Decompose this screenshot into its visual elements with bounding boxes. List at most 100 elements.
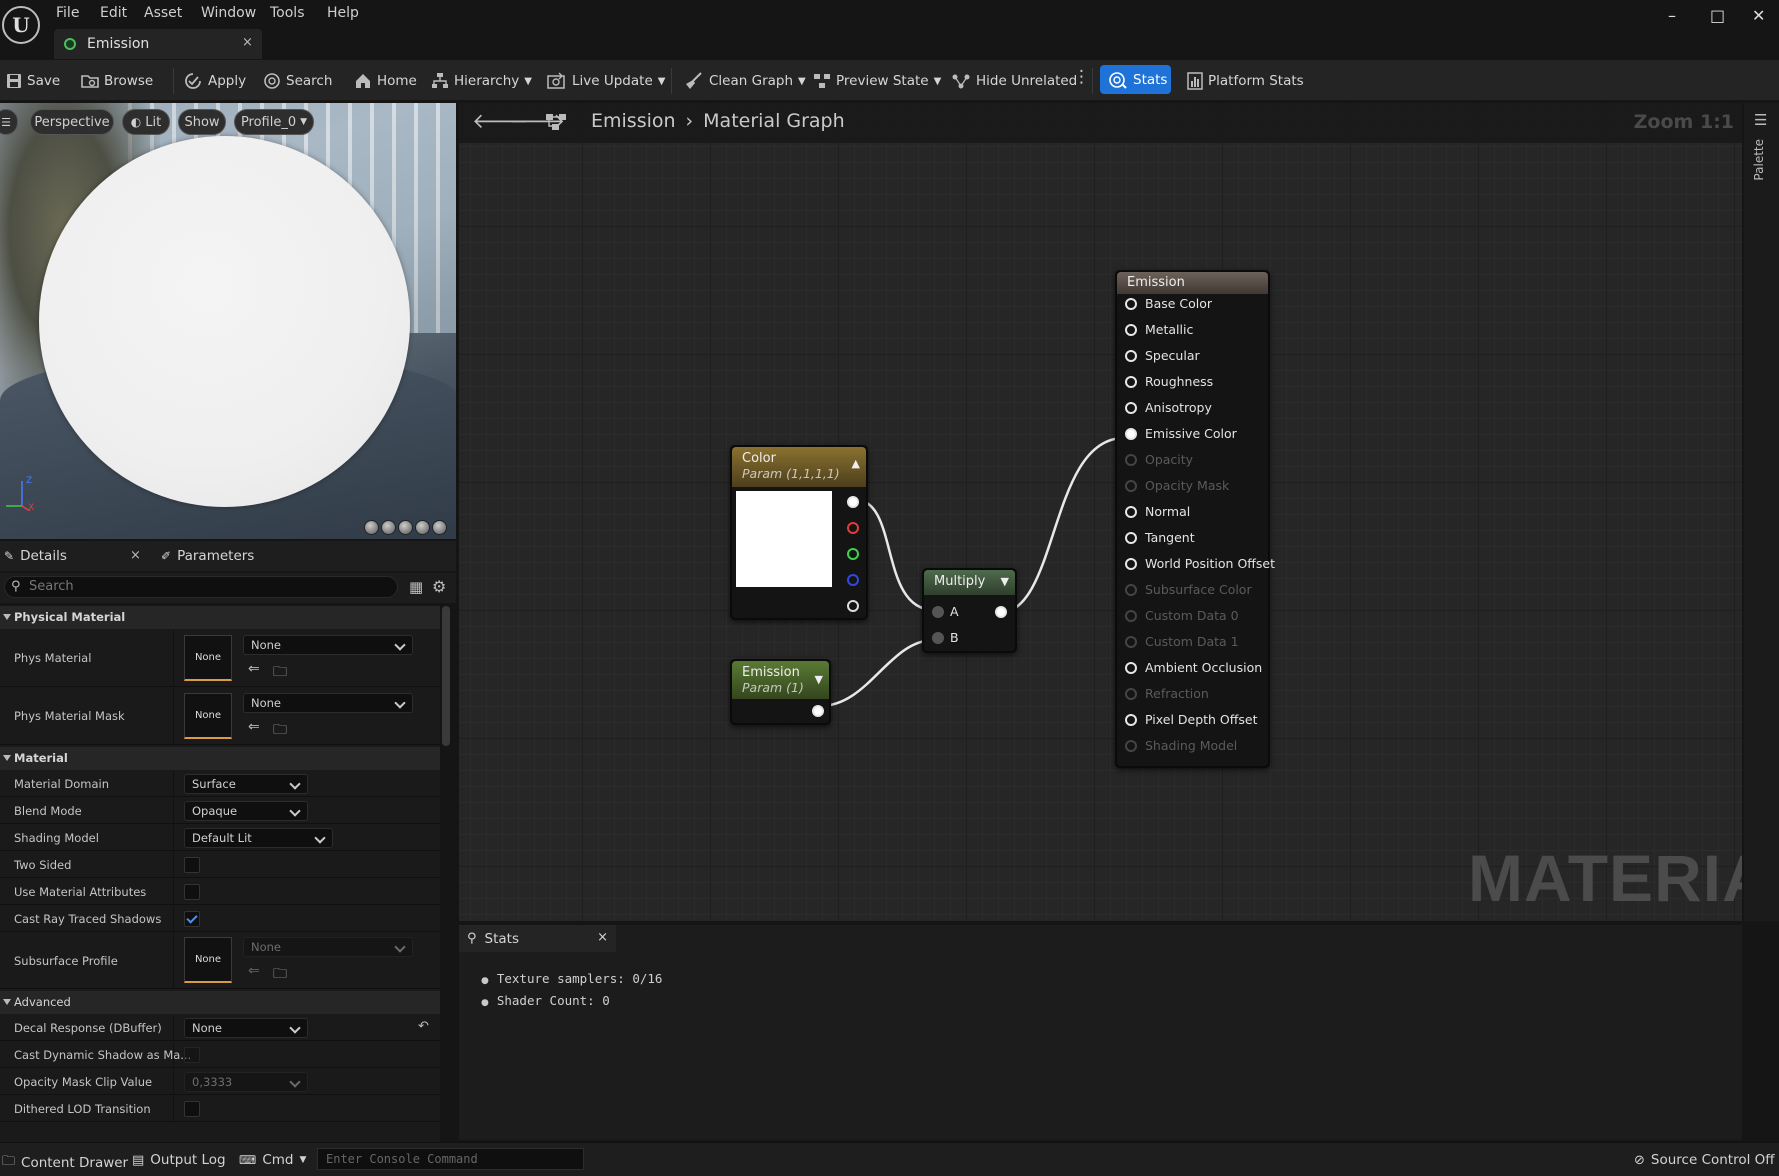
material-output-node[interactable]: Emission Base Color Metallic Specular Rough… bbox=[1115, 270, 1275, 768]
menu-edit[interactable]: Edit bbox=[100, 5, 127, 21]
menu-window[interactable]: Window bbox=[201, 5, 256, 21]
home-button[interactable]: Home bbox=[354, 70, 417, 92]
output-input-pin[interactable] bbox=[1125, 428, 1137, 440]
close-window-button[interactable]: ✕ bbox=[1752, 6, 1765, 25]
output-input-pin[interactable] bbox=[1125, 324, 1137, 336]
apply-button[interactable]: Apply bbox=[183, 70, 246, 92]
details-scrollbar[interactable] bbox=[442, 606, 450, 746]
browse-button[interactable]: Browse bbox=[81, 70, 153, 92]
details-search-input[interactable]: ⚲ Search bbox=[4, 576, 398, 598]
menu-help[interactable]: Help bbox=[327, 5, 359, 21]
preview-viewport[interactable]: ☰ Perspective ◐ Lit Show Profile_0 ▼ Z X bbox=[0, 103, 456, 539]
settings-gear-icon[interactable]: ⚙ bbox=[432, 577, 446, 596]
maximize-button[interactable]: □ bbox=[1710, 6, 1725, 25]
minimize-button[interactable]: – bbox=[1668, 6, 1676, 25]
two-sided-checkbox[interactable] bbox=[184, 857, 200, 873]
use-material-attributes-checkbox[interactable] bbox=[184, 884, 200, 900]
close-tab-icon[interactable]: × bbox=[242, 35, 253, 50]
unreal-logo-icon[interactable]: U bbox=[2, 6, 40, 44]
output-input-pin[interactable] bbox=[1125, 584, 1137, 596]
console-command-input[interactable]: Enter Console Command bbox=[317, 1148, 584, 1170]
source-control-button[interactable]: ⊘ Source Control Off bbox=[1634, 1152, 1775, 1168]
tab-stats[interactable]: ⚲ Stats × bbox=[459, 925, 616, 952]
output-input-pin[interactable] bbox=[1125, 740, 1137, 752]
category-physical-material[interactable]: Physical Material bbox=[0, 606, 440, 629]
preview-mesh-selector[interactable] bbox=[364, 520, 447, 535]
output-pin-b[interactable] bbox=[847, 574, 859, 586]
hierarchy-button[interactable]: Hierarchy ▼ bbox=[431, 70, 532, 92]
cube-mesh-icon[interactable] bbox=[415, 520, 430, 535]
menu-tools[interactable]: Tools bbox=[270, 5, 305, 21]
table-view-icon[interactable]: ▦ bbox=[409, 578, 423, 596]
collapse-chevron-icon[interactable]: ▼ bbox=[1001, 575, 1009, 588]
close-stats-icon[interactable]: × bbox=[597, 930, 608, 945]
blend-mode-dropdown[interactable]: Opaque bbox=[184, 801, 308, 821]
palette-tab[interactable]: Palette bbox=[1752, 139, 1766, 181]
menu-file[interactable]: File bbox=[56, 5, 79, 21]
custom-mesh-icon[interactable] bbox=[432, 520, 447, 535]
output-pin-a[interactable] bbox=[847, 600, 859, 612]
input-pin-a[interactable] bbox=[932, 606, 944, 618]
more-options-icon[interactable]: ⋮ bbox=[1073, 67, 1090, 87]
show-button[interactable]: Show bbox=[178, 109, 226, 135]
profile-dropdown[interactable]: Profile_0 ▼ bbox=[234, 109, 314, 135]
output-pin-r[interactable] bbox=[847, 522, 859, 534]
output-input-pin[interactable] bbox=[1125, 506, 1137, 518]
output-input-pin[interactable] bbox=[1125, 350, 1137, 362]
hide-unrelated-button[interactable]: Hide Unrelated bbox=[951, 70, 1077, 92]
multiply-node[interactable]: Multiply ▼ A B bbox=[922, 568, 1017, 653]
emission-param-node[interactable]: Emission Param (1) ▼ bbox=[730, 659, 831, 725]
browse-asset-icon[interactable]: 🗀 bbox=[273, 661, 287, 685]
phys-material-mask-dropdown[interactable]: None bbox=[243, 693, 413, 713]
sphere-mesh-icon[interactable] bbox=[381, 520, 396, 535]
collapse-chevron-icon[interactable]: ▼ bbox=[815, 673, 823, 686]
output-input-pin[interactable] bbox=[1125, 454, 1137, 466]
output-input-pin[interactable] bbox=[1125, 532, 1137, 544]
subsurface-profile-dropdown[interactable]: None bbox=[243, 937, 413, 957]
output-log-button[interactable]: ▤ Output Log bbox=[132, 1152, 226, 1168]
tab-parameters[interactable]: ✐ Parameters bbox=[161, 548, 254, 564]
output-input-pin[interactable] bbox=[1125, 376, 1137, 388]
output-input-pin[interactable] bbox=[1125, 688, 1137, 700]
output-input-pin[interactable] bbox=[1125, 298, 1137, 310]
menu-asset[interactable]: Asset bbox=[144, 5, 182, 21]
cast-ray-traced-shadows-checkbox[interactable] bbox=[184, 911, 200, 927]
output-input-pin[interactable] bbox=[1125, 610, 1137, 622]
material-domain-dropdown[interactable]: Surface bbox=[184, 774, 308, 794]
output-pin-multiply[interactable] bbox=[995, 606, 1007, 618]
output-input-pin[interactable] bbox=[1125, 402, 1137, 414]
dithered-lod-checkbox[interactable] bbox=[184, 1101, 200, 1117]
cmd-dropdown[interactable]: ⌨ Cmd ▼ bbox=[239, 1152, 306, 1168]
asset-tab-emission[interactable]: Emission × bbox=[54, 29, 262, 59]
output-input-pin[interactable] bbox=[1125, 480, 1137, 492]
output-pin-g[interactable] bbox=[847, 548, 859, 560]
phys-material-dropdown[interactable]: None bbox=[243, 635, 413, 655]
breadcrumb-asset[interactable]: Emission bbox=[591, 110, 676, 132]
use-selected-icon[interactable]: ⇐ bbox=[248, 963, 260, 979]
color-param-node[interactable]: Color Param (1,1,1,1) ▲ bbox=[730, 445, 868, 620]
clean-graph-button[interactable]: Clean Graph ▼ bbox=[684, 70, 806, 92]
input-pin-b[interactable] bbox=[932, 632, 944, 644]
search-button[interactable]: Search bbox=[263, 70, 332, 92]
use-selected-icon[interactable]: ⇐ bbox=[248, 719, 260, 735]
output-input-pin[interactable] bbox=[1125, 662, 1137, 674]
output-input-pin[interactable] bbox=[1125, 636, 1137, 648]
cast-dynamic-shadow-checkbox[interactable] bbox=[184, 1047, 200, 1063]
opacity-mask-clip-input[interactable]: 0,3333 bbox=[184, 1072, 308, 1092]
phys-material-mask-thumbnail[interactable]: None bbox=[184, 693, 232, 739]
preview-state-button[interactable]: Preview State ▼ bbox=[813, 70, 941, 92]
live-update-button[interactable]: Live Update ▼ bbox=[547, 70, 665, 92]
material-graph-canvas[interactable]: MATERIAL Color Param (1,1,1,1) ▲ Emissio… bbox=[459, 103, 1742, 921]
stats-button[interactable]: Stats bbox=[1100, 65, 1171, 94]
phys-material-thumbnail[interactable]: None bbox=[184, 635, 232, 681]
reset-to-default-icon[interactable]: ↶ bbox=[418, 1019, 429, 1034]
lit-button[interactable]: ◐ Lit bbox=[122, 109, 170, 135]
use-selected-icon[interactable]: ⇐ bbox=[248, 661, 260, 677]
output-input-pin[interactable] bbox=[1125, 558, 1137, 570]
cylinder-mesh-icon[interactable] bbox=[364, 520, 379, 535]
category-material[interactable]: Material bbox=[0, 747, 440, 770]
breadcrumb-graph[interactable]: Material Graph bbox=[703, 110, 845, 132]
decal-response-dropdown[interactable]: None bbox=[184, 1018, 308, 1038]
tab-details[interactable]: ✎ Details bbox=[4, 548, 67, 564]
save-button[interactable]: Save bbox=[6, 70, 60, 92]
